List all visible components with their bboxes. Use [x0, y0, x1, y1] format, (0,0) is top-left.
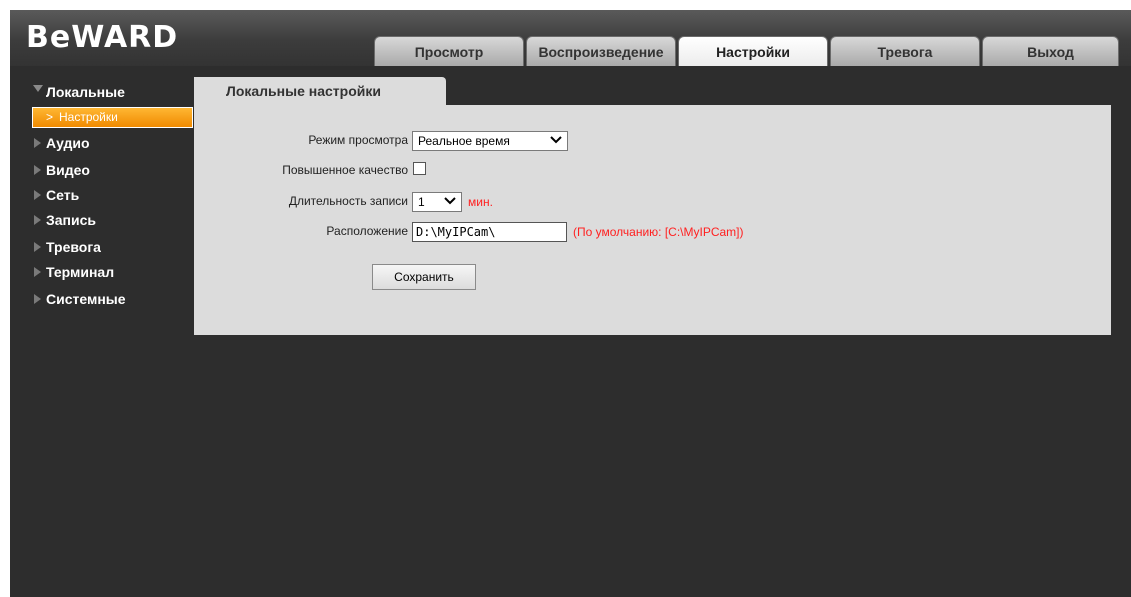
sidebar-item-network[interactable]: Сеть: [46, 185, 79, 205]
expand-down-icon: [33, 85, 43, 92]
tab-alarm[interactable]: Тревога: [830, 36, 980, 66]
tab-view[interactable]: Просмотр: [374, 36, 524, 66]
expand-right-icon: [34, 215, 41, 225]
expand-right-icon: [34, 242, 41, 252]
expand-right-icon: [34, 165, 41, 175]
sidebar-subitem-settings[interactable]: > Настройки: [32, 107, 193, 128]
tab-settings[interactable]: Настройки: [678, 36, 828, 66]
sidebar-item-alarm[interactable]: Тревога: [46, 237, 101, 257]
sidebar-item-record[interactable]: Запись: [46, 210, 96, 230]
expand-right-icon: [34, 138, 41, 148]
sidebar-item-local[interactable]: Локальные: [46, 82, 125, 102]
tab-exit[interactable]: Выход: [982, 36, 1119, 66]
sidebar-subitem-label: Настройки: [59, 110, 118, 124]
record-duration-label: Длительность записи: [288, 194, 408, 208]
sidebar-item-terminal[interactable]: Терминал: [46, 262, 114, 282]
record-duration-select[interactable]: 1: [412, 192, 462, 212]
beward-logo: BeWARD: [26, 20, 179, 55]
header-bar: BeWARD Просмотр Воспроизведение Настройк…: [10, 10, 1131, 66]
expand-right-icon: [34, 267, 41, 277]
location-input[interactable]: D:\MyIPCam\: [412, 222, 567, 242]
sidebar-item-audio[interactable]: Аудио: [46, 133, 90, 153]
sidebar-item-video[interactable]: Видео: [46, 160, 90, 180]
location-default-note: (По умолчанию: [C:\MyIPCam]): [573, 225, 744, 239]
high-quality-checkbox[interactable]: [413, 162, 426, 175]
chevron-down-icon: [444, 197, 456, 205]
save-button[interactable]: Сохранить: [372, 264, 476, 290]
duration-unit: мин.: [468, 195, 493, 209]
chevron-right-icon: >: [46, 110, 54, 124]
expand-right-icon: [34, 190, 41, 200]
tab-playback[interactable]: Воспроизведение: [526, 36, 676, 66]
chevron-down-icon: [550, 136, 562, 144]
content-tab-title: Локальные настройки: [194, 77, 446, 105]
view-mode-value: Реальное время: [418, 134, 510, 148]
expand-right-icon: [34, 294, 41, 304]
view-mode-label: Режим просмотра: [308, 133, 408, 147]
sidebar-item-system[interactable]: Системные: [46, 289, 126, 309]
view-mode-select[interactable]: Реальное время: [412, 131, 568, 151]
high-quality-label: Повышенное качество: [282, 163, 408, 177]
location-label: Расположение: [326, 224, 408, 238]
record-duration-value: 1: [418, 195, 425, 209]
